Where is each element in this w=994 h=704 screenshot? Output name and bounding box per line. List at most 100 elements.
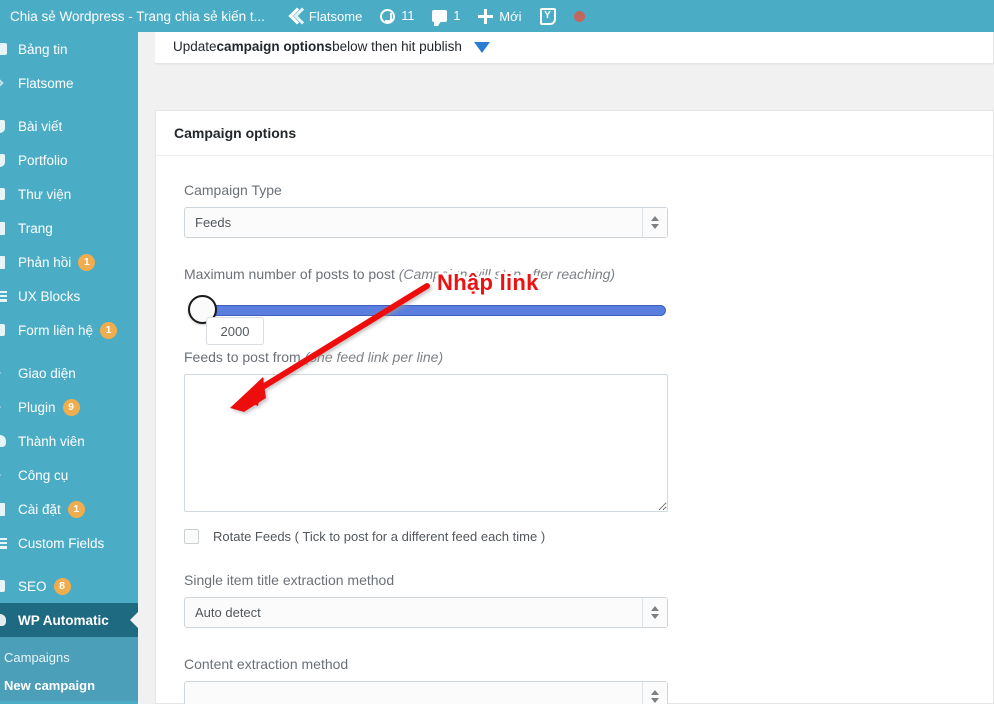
sidebar-item-wp-automatic[interactable]: WP Automatic [0,603,138,637]
max-posts-value[interactable]: 2000 [206,317,264,345]
admin-sidebar-menu[interactable]: Bảng tin Flatsome Bài viết Portfolio Thư việ… [0,32,138,704]
max-posts-slider-track[interactable] [200,305,666,316]
menu-separator [0,347,138,356]
current-menu-pointer [130,611,138,629]
annotation-label: Nhập link [437,270,539,296]
media-icon [0,188,16,200]
custom-fields-icon [0,538,16,549]
sidebar-item-label: Bài viết [16,119,62,134]
sidebar-item-badge: 1 [100,322,117,339]
rotate-feeds-label: Rotate Feeds ( Tick to post for a differ… [213,529,545,544]
feeds-label-text: Feeds to post from [184,349,305,365]
submenu-item-new-campaign[interactable]: New campaign [0,671,138,699]
select-stepper-icon[interactable] [642,208,667,237]
tools-icon [0,470,16,480]
comments-count: 1 [453,9,460,23]
content-extraction-select[interactable] [184,681,668,704]
sidebar-item-c-ng-c[interactable]: Công cụ [0,458,138,492]
rotate-feeds-row[interactable]: Rotate Feeds ( Tick to post for a differ… [184,529,993,544]
admin-bar: Chia sẻ Wordpress - Trang chia sẻ kiến t… [0,0,994,32]
feeds-label: Feeds to post from (one feed link per li… [184,349,993,365]
sidebar-item-badge: 1 [68,501,85,518]
submenu-item-campaigns[interactable]: Campaigns [0,643,138,671]
select-stepper-icon[interactable] [642,598,667,627]
wp-automatic-submenu: CampaignsNew campaign [0,637,138,701]
notice-prefix: Update [173,39,217,54]
sidebar-item-portfolio[interactable]: Portfolio [0,143,138,177]
sidebar-item-label: SEO [16,579,47,594]
campaign-type-label: Campaign Type [184,182,993,198]
adminbar-theme-flatsome[interactable]: Flatsome [279,0,371,32]
adminbar-new-label: Mới [499,9,521,24]
red-dot-icon [574,11,585,22]
feeds-label-hint: (one feed link per line) [305,349,444,365]
sidebar-item-b-ng-tin[interactable]: Bảng tin [0,32,138,66]
sidebar-item-b-i-vi-t[interactable]: Bài viết [0,109,138,143]
title-extraction-value: Auto detect [195,605,261,620]
rotate-feeds-checkbox[interactable] [184,529,199,544]
campaign-type-select[interactable]: Feeds [184,207,668,238]
flatsome-logo-icon [288,9,303,24]
sidebar-item-label: Trang [16,221,53,236]
sidebar-item-label: Flatsome [16,76,74,91]
plugin-icon [0,402,16,412]
max-posts-label: Maximum number of posts to post (Campaig… [184,266,993,282]
adminbar-seo[interactable]: Y [531,0,565,32]
settings-icon [0,503,16,516]
adminbar-status-dot[interactable] [565,0,594,32]
sidebar-item-label: Thành viên [16,434,85,449]
update-icon [380,9,395,24]
sidebar-item-c-i-t[interactable]: Cài đặt 1 [0,492,138,526]
sidebar-item-label: Cài đặt [16,502,61,517]
sidebar-item-badge: 1 [78,254,95,271]
comment-icon [0,256,16,269]
notice-suffix: below then hit publish [332,39,462,54]
sidebar-item-plugin[interactable]: Plugin9 [0,390,138,424]
sidebar-item-th-nh-vi-n[interactable]: Thành viên [0,424,138,458]
panel-body: Campaign Type Feeds Maximum number of po… [156,156,993,704]
campaign-type-value: Feeds [195,215,231,230]
sidebar-item-label: Plugin [16,400,56,415]
sidebar-item-custom-fields[interactable]: Custom Fields [0,526,138,560]
title-extraction-select[interactable]: Auto detect [184,597,668,628]
adminbar-site-name[interactable]: Chia sẻ Wordpress - Trang chia sẻ kiến t… [6,0,279,32]
blocks-icon [0,291,16,302]
sidebar-item-label: Form liên hệ [16,323,93,338]
adminbar-comments[interactable]: 1 [423,0,469,32]
adminbar-updates[interactable]: 11 [371,0,423,32]
sidebar-item-label: Thư viện [16,187,71,202]
sidebar-item-label: Giao diện [16,366,76,381]
sidebar-item-label: Phản hồi [16,255,71,270]
sidebar-item-th-vi-n[interactable]: Thư viện [0,177,138,211]
pin-icon [0,120,16,133]
yoast-glyph: Y [544,10,551,21]
plus-icon [478,9,493,24]
sidebar-item-label: Bảng tin [16,42,68,57]
menu-separator [0,100,138,109]
sidebar-item-trang[interactable]: Trang [0,211,138,245]
chevron-icon [0,79,16,87]
dashboard-icon [0,43,16,55]
sidebar-item-label: WP Automatic [16,613,109,628]
update-notice: Update campaign options below then hit p… [155,32,994,64]
sidebar-item-ph-n-h-i[interactable]: Phản hồi 1 [0,245,138,279]
sidebar-item-seo[interactable]: SEO 8 [0,569,138,603]
sidebar-item-flatsome[interactable]: Flatsome [0,66,138,100]
updates-count: 11 [401,9,414,23]
sidebar-item-giao-di-n[interactable]: Giao diện [0,356,138,390]
sidebar-item-form-li-n-h[interactable]: Form liên hệ 1 [0,313,138,347]
portfolio-icon [0,154,16,167]
comment-bubble-icon [432,10,447,22]
feeds-textarea[interactable] [184,374,668,512]
sidebar-item-ux-blocks[interactable]: UX Blocks [0,279,138,313]
max-posts-slider-area[interactable]: 2000 [184,291,668,349]
main-content: Update campaign options below then hit p… [138,32,994,704]
notice-bold: campaign options [217,39,333,54]
site-name-label: Chia sẻ Wordpress - Trang chia sẻ kiến t… [10,9,265,24]
sidebar-item-label: Công cụ [16,468,68,483]
sidebar-item-label: Portfolio [16,153,68,168]
sidebar-item-badge: 8 [54,578,71,595]
wp-automatic-icon [0,614,16,626]
adminbar-new[interactable]: Mới [469,0,530,32]
select-stepper-icon[interactable] [642,682,667,704]
